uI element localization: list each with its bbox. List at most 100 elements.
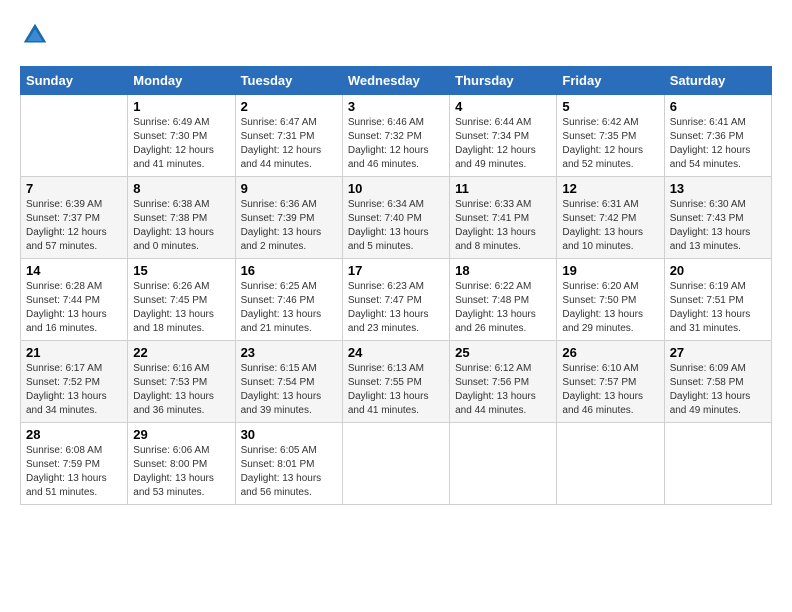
day-info: Sunrise: 6:34 AM Sunset: 7:40 PM Dayligh…: [348, 198, 444, 254]
column-header-sunday: Sunday: [21, 67, 128, 95]
calendar-cell: [557, 423, 664, 505]
day-number: 25: [455, 345, 551, 360]
calendar-cell: [342, 423, 449, 505]
calendar-cell: 22 Sunrise: 6:16 AM Sunset: 7:53 PM Dayli…: [128, 341, 235, 423]
day-info: Sunrise: 6:44 AM Sunset: 7:34 PM Dayligh…: [455, 116, 551, 172]
day-info: Sunrise: 6:17 AM Sunset: 7:52 PM Dayligh…: [26, 362, 122, 418]
day-number: 18: [455, 263, 551, 278]
calendar-cell: 26Sunrise: 6:10 AM Sunset: 7:57 PM Dayli…: [557, 341, 664, 423]
column-header-wednesday: Wednesday: [342, 67, 449, 95]
calendar-cell: 8 Sunrise: 6:38 AM Sunset: 7:38 PM Daylig…: [128, 177, 235, 259]
calendar-cell: 5Sunrise: 6:42 AM Sunset: 7:35 PM Daylig…: [557, 95, 664, 177]
calendar-cell: 13 Sunrise: 6:30 AM Sunset: 7:43 PM Dayli…: [664, 177, 771, 259]
day-number: 13: [670, 181, 766, 196]
page-header: [20, 20, 772, 50]
calendar-week-3: 14 Sunrise: 6:28 AM Sunset: 7:44 PM Dayli…: [21, 259, 772, 341]
day-info: Sunrise: 6:36 AM Sunset: 7:39 PM Dayligh…: [241, 198, 337, 254]
calendar-cell: [664, 423, 771, 505]
calendar-cell: 2 Sunrise: 6:47 AM Sunset: 7:31 PM Daylig…: [235, 95, 342, 177]
calendar-cell: 6Sunrise: 6:41 AM Sunset: 7:36 PM Daylig…: [664, 95, 771, 177]
day-info: Sunrise: 6:16 AM Sunset: 7:53 PM Dayligh…: [133, 362, 229, 418]
calendar-cell: [21, 95, 128, 177]
day-number: 9: [241, 181, 337, 196]
day-info: Sunrise: 6:23 AM Sunset: 7:47 PM Dayligh…: [348, 280, 444, 336]
calendar-cell: 17 Sunrise: 6:23 AM Sunset: 7:47 PM Dayli…: [342, 259, 449, 341]
calendar-cell: 19 Sunrise: 6:20 AM Sunset: 7:50 PM Dayli…: [557, 259, 664, 341]
day-number: 30: [241, 427, 337, 442]
day-number: 10: [348, 181, 444, 196]
calendar-cell: [450, 423, 557, 505]
calendar-week-1: 1 Sunrise: 6:49 AM Sunset: 7:30 PM Daylig…: [21, 95, 772, 177]
day-number: 2: [241, 99, 337, 114]
calendar-cell: 16 Sunrise: 6:25 AM Sunset: 7:46 PM Dayli…: [235, 259, 342, 341]
day-info: Sunrise: 6:28 AM Sunset: 7:44 PM Dayligh…: [26, 280, 122, 336]
column-header-friday: Friday: [557, 67, 664, 95]
day-info: Sunrise: 6:49 AM Sunset: 7:30 PM Dayligh…: [133, 116, 229, 172]
day-info: Sunrise: 6:09 AM Sunset: 7:58 PM Dayligh…: [670, 362, 766, 418]
calendar-cell: 15Sunrise: 6:26 AM Sunset: 7:45 PM Dayli…: [128, 259, 235, 341]
calendar-cell: 21 Sunrise: 6:17 AM Sunset: 7:52 PM Dayli…: [21, 341, 128, 423]
calendar-cell: 3Sunrise: 6:46 AM Sunset: 7:32 PM Daylig…: [342, 95, 449, 177]
day-number: 17: [348, 263, 444, 278]
day-info: Sunrise: 6:19 AM Sunset: 7:51 PM Dayligh…: [670, 280, 766, 336]
calendar-cell: 18 Sunrise: 6:22 AM Sunset: 7:48 PM Dayli…: [450, 259, 557, 341]
logo: [20, 20, 54, 50]
calendar-cell: 11 Sunrise: 6:33 AM Sunset: 7:41 PM Dayli…: [450, 177, 557, 259]
calendar-cell: 24 Sunrise: 6:13 AM Sunset: 7:55 PM Dayli…: [342, 341, 449, 423]
day-info: Sunrise: 6:13 AM Sunset: 7:55 PM Dayligh…: [348, 362, 444, 418]
day-info: Sunrise: 6:25 AM Sunset: 7:46 PM Dayligh…: [241, 280, 337, 336]
calendar-week-4: 21 Sunrise: 6:17 AM Sunset: 7:52 PM Dayli…: [21, 341, 772, 423]
calendar-cell: 12 Sunrise: 6:31 AM Sunset: 7:42 PM Dayli…: [557, 177, 664, 259]
day-info: Sunrise: 6:41 AM Sunset: 7:36 PM Dayligh…: [670, 116, 766, 172]
calendar-week-5: 28Sunrise: 6:08 AM Sunset: 7:59 PM Dayli…: [21, 423, 772, 505]
day-number: 27: [670, 345, 766, 360]
day-info: Sunrise: 6:12 AM Sunset: 7:56 PM Dayligh…: [455, 362, 551, 418]
day-number: 19: [562, 263, 658, 278]
day-number: 4: [455, 99, 551, 114]
calendar-week-2: 7Sunrise: 6:39 AM Sunset: 7:37 PM Daylig…: [21, 177, 772, 259]
column-header-monday: Monday: [128, 67, 235, 95]
day-info: Sunrise: 6:47 AM Sunset: 7:31 PM Dayligh…: [241, 116, 337, 172]
day-number: 16: [241, 263, 337, 278]
calendar-cell: 20 Sunrise: 6:19 AM Sunset: 7:51 PM Dayli…: [664, 259, 771, 341]
calendar-cell: 10 Sunrise: 6:34 AM Sunset: 7:40 PM Dayli…: [342, 177, 449, 259]
day-number: 29: [133, 427, 229, 442]
day-info: Sunrise: 6:33 AM Sunset: 7:41 PM Dayligh…: [455, 198, 551, 254]
day-number: 20: [670, 263, 766, 278]
day-info: Sunrise: 6:05 AM Sunset: 8:01 PM Dayligh…: [241, 444, 337, 500]
day-info: Sunrise: 6:38 AM Sunset: 7:38 PM Dayligh…: [133, 198, 229, 254]
day-number: 8: [133, 181, 229, 196]
calendar-cell: 14 Sunrise: 6:28 AM Sunset: 7:44 PM Dayli…: [21, 259, 128, 341]
day-number: 14: [26, 263, 122, 278]
day-info: Sunrise: 6:10 AM Sunset: 7:57 PM Dayligh…: [562, 362, 658, 418]
day-number: 24: [348, 345, 444, 360]
day-number: 11: [455, 181, 551, 196]
day-number: 7: [26, 181, 122, 196]
logo-icon: [20, 20, 50, 50]
day-info: Sunrise: 6:42 AM Sunset: 7:35 PM Dayligh…: [562, 116, 658, 172]
day-info: Sunrise: 6:20 AM Sunset: 7:50 PM Dayligh…: [562, 280, 658, 336]
day-number: 12: [562, 181, 658, 196]
calendar-cell: 29 Sunrise: 6:06 AM Sunset: 8:00 PM Dayli…: [128, 423, 235, 505]
calendar-cell: 27 Sunrise: 6:09 AM Sunset: 7:58 PM Dayli…: [664, 341, 771, 423]
day-number: 21: [26, 345, 122, 360]
day-number: 15: [133, 263, 229, 278]
calendar-cell: 7Sunrise: 6:39 AM Sunset: 7:37 PM Daylig…: [21, 177, 128, 259]
day-info: Sunrise: 6:22 AM Sunset: 7:48 PM Dayligh…: [455, 280, 551, 336]
calendar-cell: 25 Sunrise: 6:12 AM Sunset: 7:56 PM Dayli…: [450, 341, 557, 423]
day-info: Sunrise: 6:06 AM Sunset: 8:00 PM Dayligh…: [133, 444, 229, 500]
column-header-tuesday: Tuesday: [235, 67, 342, 95]
calendar-cell: 4 Sunrise: 6:44 AM Sunset: 7:34 PM Daylig…: [450, 95, 557, 177]
day-info: Sunrise: 6:08 AM Sunset: 7:59 PM Dayligh…: [26, 444, 122, 500]
day-number: 3: [348, 99, 444, 114]
day-info: Sunrise: 6:31 AM Sunset: 7:42 PM Dayligh…: [562, 198, 658, 254]
day-info: Sunrise: 6:30 AM Sunset: 7:43 PM Dayligh…: [670, 198, 766, 254]
calendar-cell: 30 Sunrise: 6:05 AM Sunset: 8:01 PM Dayli…: [235, 423, 342, 505]
day-number: 22: [133, 345, 229, 360]
calendar-cell: 28Sunrise: 6:08 AM Sunset: 7:59 PM Dayli…: [21, 423, 128, 505]
column-header-thursday: Thursday: [450, 67, 557, 95]
day-number: 23: [241, 345, 337, 360]
calendar-table: SundayMondayTuesdayWednesdayThursdayFrid…: [20, 66, 772, 505]
day-number: 1: [133, 99, 229, 114]
calendar-cell: 23Sunrise: 6:15 AM Sunset: 7:54 PM Dayli…: [235, 341, 342, 423]
